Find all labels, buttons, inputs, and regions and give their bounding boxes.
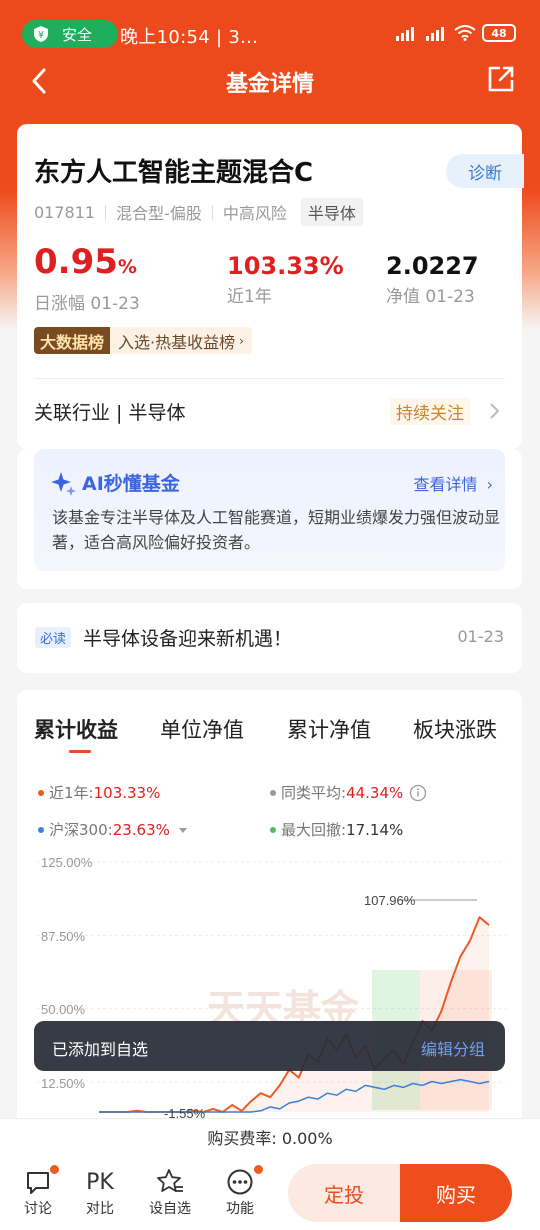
status-icons: 48: [394, 24, 516, 42]
y-tick-label: 125.00%: [41, 855, 93, 870]
fund-meta: 017811 混合型-偏股 中高风险 半导体: [34, 198, 363, 226]
one-year-value: 103.33%: [227, 252, 344, 280]
compare-label: 对比: [86, 1201, 114, 1217]
svg-text:¥: ¥: [38, 30, 44, 41]
news-card[interactable]: 必读 半导体设备迎来新机遇！ 01-23: [17, 603, 522, 673]
daily-change-stat: 0.95% 日涨幅 01-23: [34, 242, 140, 314]
max-value-annotation: 107.96%: [364, 893, 416, 908]
signal-icon: [396, 27, 414, 41]
safe-label: 安全: [62, 25, 93, 44]
news-date: 01-23: [457, 627, 505, 646]
y-tick-label: 50.00%: [41, 1002, 86, 1017]
tab-cumulative-nav[interactable]: 累计净值: [287, 714, 371, 744]
pk-icon: PK: [86, 1169, 114, 1195]
add-watchlist-button[interactable]: 设自选: [142, 1166, 198, 1218]
share-icon[interactable]: [486, 64, 516, 94]
tab-unit-nav[interactable]: 单位净值: [160, 714, 244, 744]
legend-hs300[interactable]: 沪深300: 23.63%: [38, 819, 190, 840]
star-icon: [157, 1169, 183, 1192]
nav-bar: 基金详情: [0, 58, 540, 104]
diagnose-button[interactable]: 诊断: [446, 154, 524, 188]
chevron-right-icon[interactable]: [488, 402, 500, 420]
legend-dot: [270, 789, 276, 796]
toast-notification: 已添加到自选 编辑分组: [34, 1021, 505, 1071]
shield-icon: ¥: [34, 26, 48, 42]
legend-fund: 近1年: 103.33%: [38, 782, 160, 803]
daily-change-label: 日涨幅 01-23: [34, 294, 140, 314]
sparkle-icon: [51, 471, 76, 496]
fund-summary-card: 东方人工智能主题混合C 诊断 017811 混合型-偏股 中高风险 半导体 0.…: [17, 124, 524, 449]
edit-group-link[interactable]: 编辑分组: [421, 1036, 485, 1060]
ai-detail-link[interactable]: 查看详情 ›: [413, 471, 493, 495]
one-year-label: 近1年: [227, 287, 272, 307]
signal-icon: [426, 27, 444, 41]
compare-button[interactable]: PK 对比: [72, 1166, 128, 1218]
tab-cumulative-return[interactable]: 累计收益: [34, 714, 118, 744]
y-tick-label: 87.50%: [41, 929, 86, 944]
big-data-ranking[interactable]: 大数据榜 入选·热基收益榜 ›: [34, 327, 252, 354]
ai-summary-card: AI秒懂基金 查看详情 › 该基金专注半导体及人工智能赛道，短期业绩爆发力强但波…: [17, 449, 522, 589]
wifi-icon: [454, 25, 476, 41]
ai-summary-panel: AI秒懂基金 查看详情 › 该基金专注半导体及人工智能赛道，短期业绩爆发力强但波…: [34, 449, 505, 571]
notification-badge: [49, 1164, 60, 1175]
daily-change-unit: %: [117, 256, 137, 278]
big-data-text: 入选·热基收益榜 ›: [110, 327, 252, 354]
more-icon: [227, 1169, 253, 1195]
y-tick-label: 12.50%: [41, 1076, 86, 1091]
functions-button[interactable]: 功能: [212, 1164, 268, 1218]
invest-plan-button[interactable]: 定投: [288, 1164, 400, 1222]
info-icon[interactable]: [409, 784, 427, 802]
toast-message: 已添加到自选: [52, 1040, 149, 1059]
page-title: 基金详情: [225, 72, 314, 97]
tab-sector-change[interactable]: 板块涨跌: [413, 714, 497, 744]
status-time: 晚上10:54 | 3...: [120, 27, 259, 48]
daily-change-value: 0.95: [34, 242, 118, 282]
chat-bubble-icon: [27, 1172, 49, 1194]
sector-tag[interactable]: 半导体: [300, 198, 363, 226]
legend-average: 同类平均: 44.34%: [270, 782, 427, 803]
discuss-button[interactable]: 讨论: [10, 1164, 66, 1218]
caret-down-icon[interactable]: [176, 825, 190, 835]
ai-title: AI秒懂基金: [50, 469, 180, 496]
status-bar: ¥ 安全 晚上10:54 | 3... 48: [0, 18, 540, 50]
divider: [34, 378, 505, 379]
discuss-label: 讨论: [24, 1201, 52, 1217]
return-chart[interactable]: 125.00% 87.50% 50.00% 12.50% 天天基金 107.96…: [17, 850, 522, 1120]
battery-icon: 48: [482, 24, 516, 42]
nav-value: 2.0227: [386, 252, 479, 280]
fund-type: 混合型-偏股: [116, 204, 202, 223]
related-industry[interactable]: 关联行业 | 半导体: [34, 398, 185, 425]
fund-code: 017811: [34, 202, 96, 222]
fund-name: 东方人工智能主题混合C: [34, 158, 314, 188]
purchase-fee: 购买费率: 0.00%: [0, 1118, 540, 1158]
legend-drawdown: 最大回撤: 17.14%: [270, 819, 403, 840]
watchlist-label: 设自选: [149, 1201, 191, 1217]
ai-summary-text: 该基金专注半导体及人工智能赛道，短期业绩爆发力强但波动显著，适合高风险偏好投资者…: [52, 508, 501, 552]
buy-button[interactable]: 购买: [400, 1164, 512, 1222]
big-data-badge: 大数据榜: [34, 327, 111, 354]
safe-indicator: ¥ 安全: [22, 20, 118, 48]
notification-badge: [253, 1164, 264, 1175]
chart-tabs: 累计收益 单位净值 累计净值 板块涨跌: [17, 714, 522, 754]
legend-dot: [38, 789, 44, 796]
must-read-tag: 必读: [35, 627, 72, 648]
fund-risk: 中高风险: [222, 204, 287, 223]
news-title[interactable]: 半导体设备迎来新机遇！: [83, 624, 292, 651]
nav-stat: 2.0227 净值 01-23: [386, 250, 479, 307]
functions-label: 功能: [226, 1201, 254, 1217]
legend-dot: [38, 826, 44, 833]
divider: [105, 204, 107, 220]
one-year-stat: 103.33% 近1年: [227, 250, 344, 307]
bottom-action-bar: 讨论 PK 对比 设自选 功能 定投 购买: [0, 1158, 540, 1230]
active-tab-indicator: [69, 750, 91, 753]
nav-label: 净值 01-23: [386, 287, 475, 307]
legend-dot: [270, 826, 276, 833]
divider: [211, 204, 213, 220]
follow-button[interactable]: 持续关注: [390, 398, 470, 425]
